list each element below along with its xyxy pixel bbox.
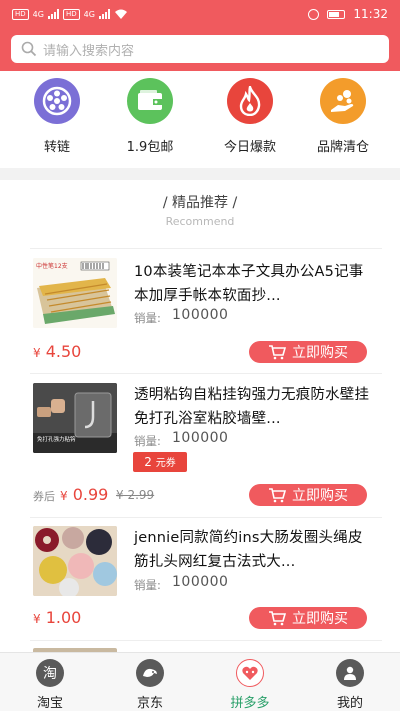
cart-icon [269, 345, 286, 360]
category-brand-clearance[interactable]: 品牌清仓 [303, 78, 383, 155]
product-price: ¥ 1.00 [33, 608, 81, 627]
tab-label: 京东 [136, 696, 163, 711]
category-hot-today[interactable]: 今日爆款 [210, 78, 290, 155]
category-label: 1.9包邮 [126, 140, 174, 155]
product-image[interactable]: 中性笔12支 [33, 258, 117, 328]
product-price: ¥ 0.99 [60, 485, 108, 504]
tab-label: 淘宝 [36, 696, 63, 711]
price-value: 1.00 [45, 608, 82, 627]
currency-symbol: ¥ [60, 489, 68, 503]
category-label: 转链 [43, 140, 70, 155]
svg-text:中性笔12支: 中性笔12支 [36, 262, 68, 270]
alarm-icon [308, 8, 320, 20]
wifi-icon [114, 9, 127, 19]
tab-pinduoduo[interactable]: 拼多多 [200, 653, 300, 711]
price-value: 4.50 [45, 342, 82, 361]
category-free-shipping[interactable]: 1.9包邮 [110, 78, 190, 155]
sales-value: 100000 [172, 430, 229, 446]
coupon-badge: 2 元券 [133, 452, 187, 472]
cart-icon [269, 611, 286, 626]
sales-label: 销量: [134, 434, 161, 448]
buy-label: 立即购买 [292, 345, 348, 361]
tab-profile[interactable]: 我的 [300, 653, 400, 711]
buy-now-button[interactable]: 立即购买 [249, 341, 367, 363]
category-convert-link[interactable]: 转链 [17, 78, 97, 155]
search-input[interactable]: 请输入搜索内容 [11, 35, 389, 63]
buy-label: 立即购买 [292, 611, 348, 627]
section-separator [0, 168, 400, 180]
currency-symbol: ¥ [33, 612, 41, 626]
coins-hand-icon [320, 78, 366, 124]
buy-now-button[interactable]: 立即购买 [249, 484, 367, 506]
category-row: 转链 1.9包邮 今日爆款 品牌清仓 [0, 78, 400, 174]
coupon-value: 2 [144, 455, 152, 469]
signal-indicators: HD 4G HD 4G [12, 8, 128, 20]
sales-label: 销量: [134, 311, 161, 325]
buy-label: 立即购买 [292, 488, 348, 504]
cart-icon [269, 488, 286, 503]
status-bar: HD 4G HD 4G 11:32 [0, 0, 400, 28]
hd-badge: HD [12, 8, 29, 20]
original-price: ¥ 2.99 [116, 488, 155, 502]
reel-icon [34, 78, 80, 124]
sales-value: 100000 [172, 574, 229, 590]
product-title[interactable]: jennie同款简约ins大肠发圈头绳皮筋扎头网红复古法式大... [134, 526, 370, 574]
status-right: 11:32 [308, 7, 388, 21]
category-label: 品牌清仓 [316, 140, 369, 155]
coupon-unit: 元券 [155, 458, 176, 469]
battery-icon [327, 9, 346, 19]
product-image[interactable]: 免打孔强力粘钩 [33, 383, 117, 453]
signal-icon-2 [98, 9, 110, 19]
network-type-2: 4G [83, 9, 95, 19]
tab-label: 拼多多 [230, 696, 270, 711]
divider [30, 248, 382, 249]
svg-text:免打孔强力粘钩: 免打孔强力粘钩 [37, 435, 76, 443]
divider [30, 640, 382, 641]
product-title[interactable]: 10本装笔记本本子文具办公A5记事本加厚手帐本软面抄... [134, 260, 370, 308]
tab-taobao[interactable]: 淘 淘宝 [0, 653, 100, 711]
section-title: / 精品推荐 / [162, 195, 238, 211]
divider [30, 373, 382, 374]
signal-icon [47, 9, 59, 19]
wallet-icon [127, 78, 173, 124]
pinduoduo-icon [236, 659, 264, 687]
divider [30, 517, 382, 518]
product-price: ¥ 4.50 [33, 342, 81, 361]
hd-badge-2: HD [62, 8, 80, 20]
search-placeholder: 请输入搜索内容 [43, 43, 135, 59]
network-type: 4G [32, 9, 44, 19]
taobao-icon: 淘 [36, 659, 64, 687]
profile-icon [336, 659, 364, 687]
bottom-tab-bar: 淘 淘宝 京东 拼多多 我的 [0, 652, 400, 711]
jd-dog-icon [136, 659, 164, 687]
tab-jd[interactable]: 京东 [100, 653, 200, 711]
tab-label: 我的 [336, 696, 363, 711]
sales-label: 销量: [134, 578, 161, 592]
product-image[interactable] [33, 526, 117, 596]
flame-icon [227, 78, 273, 124]
currency-symbol: ¥ [33, 346, 41, 360]
price-value: 0.99 [72, 485, 109, 504]
buy-now-button[interactable]: 立即购买 [249, 607, 367, 629]
product-title[interactable]: 透明粘钩自粘挂钩强力无痕防水壁挂免打孔浴室粘胶墙壁... [134, 383, 370, 431]
search-icon [21, 41, 37, 57]
sales-value: 100000 [172, 307, 229, 323]
section-subtitle: Recommend [165, 215, 235, 228]
price-after-coupon-label: 券后 [33, 490, 55, 503]
category-label: 今日爆款 [223, 140, 276, 155]
clock: 11:32 [353, 7, 388, 21]
